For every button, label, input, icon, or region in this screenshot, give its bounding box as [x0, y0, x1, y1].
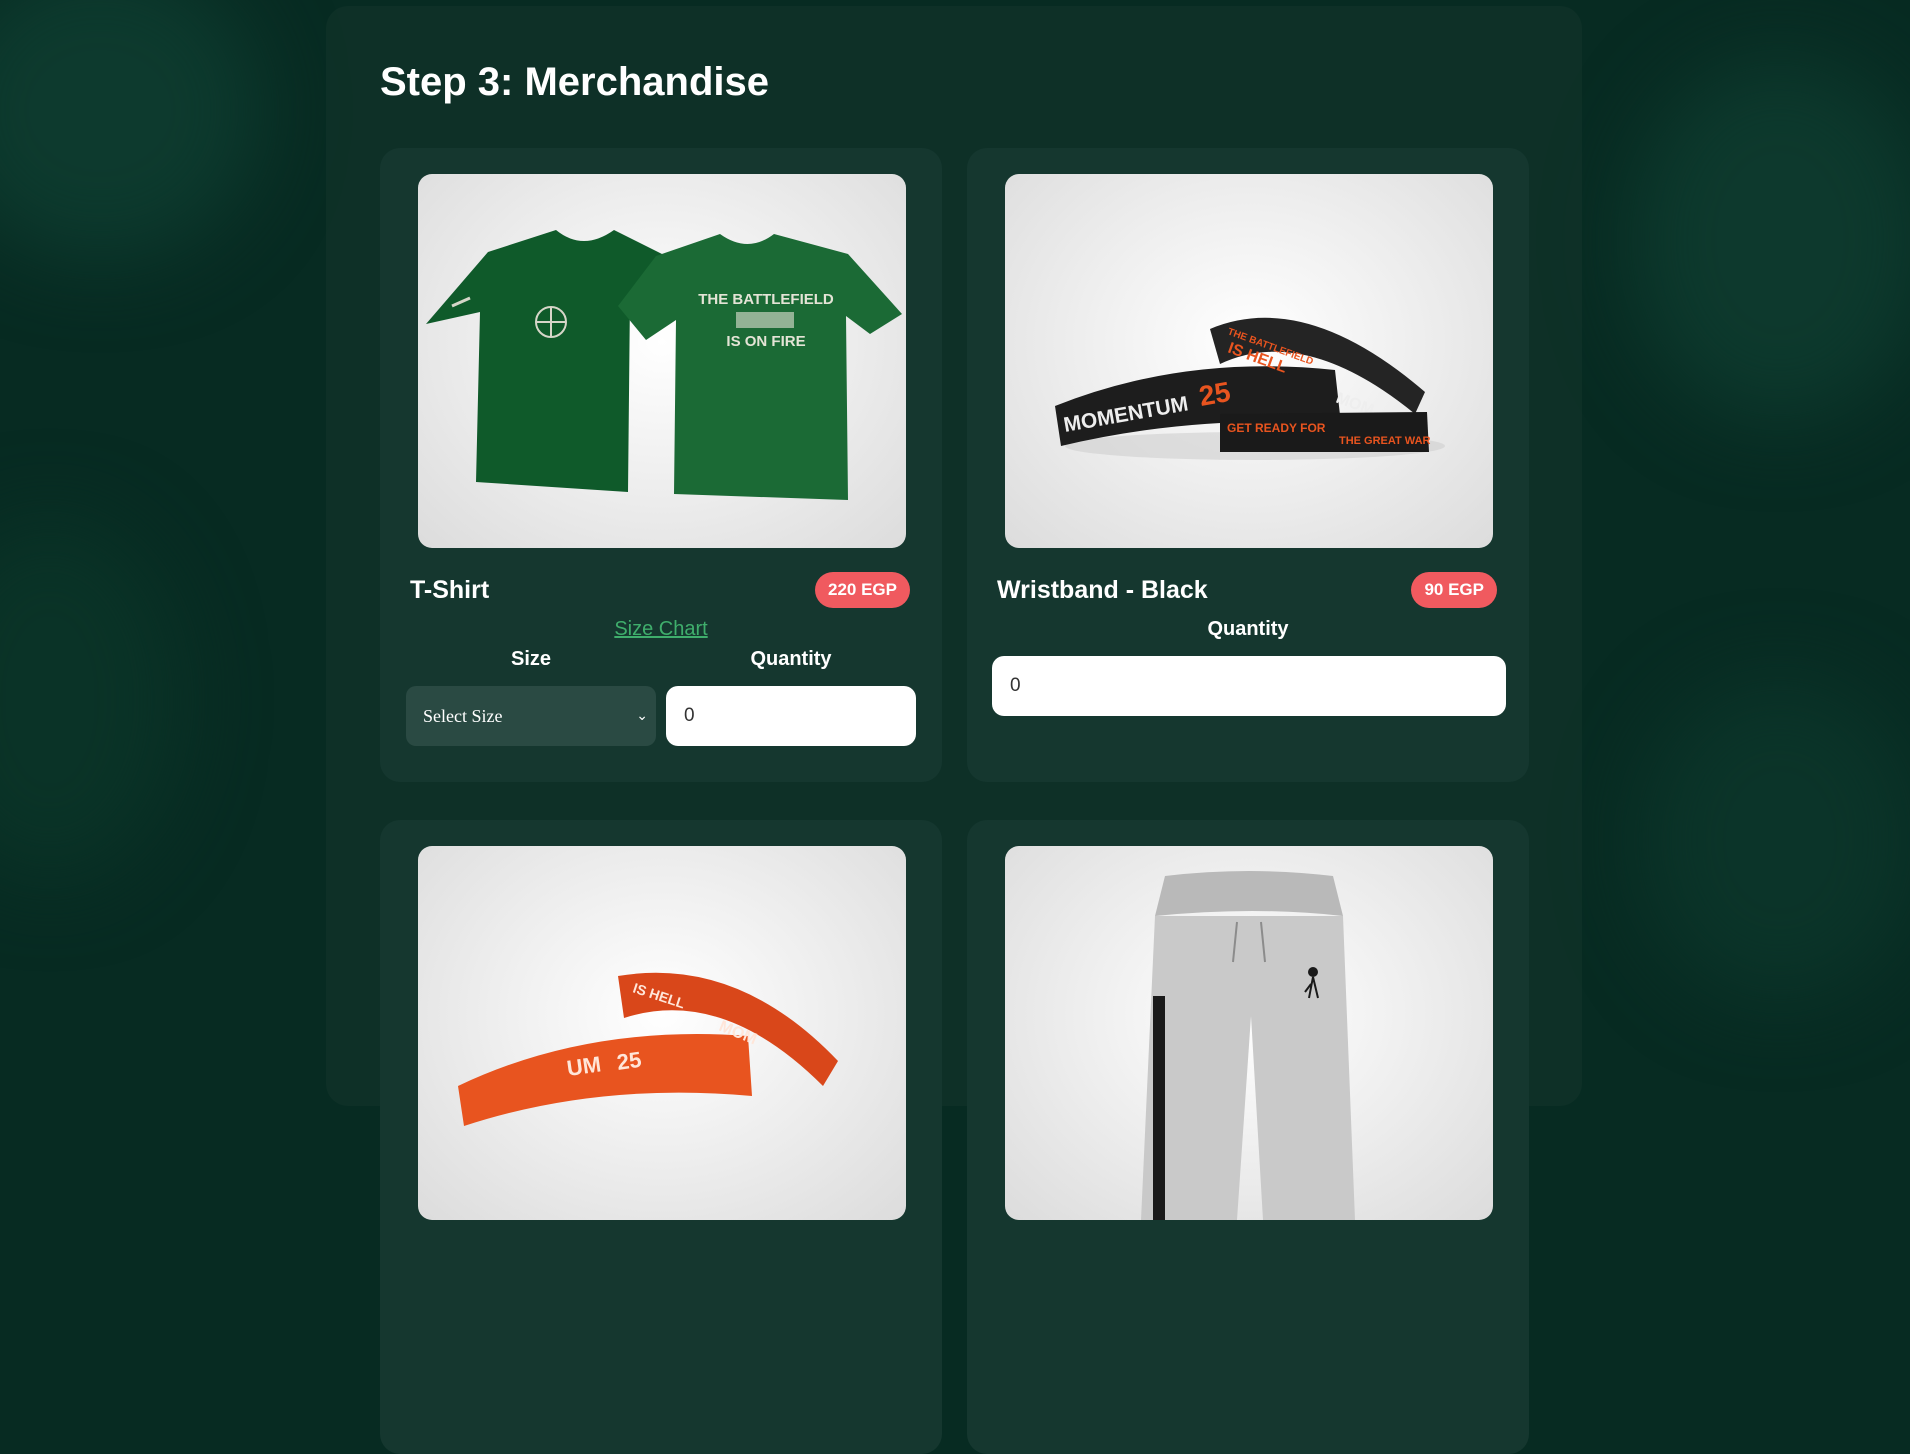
- sweatpants-image: [1005, 846, 1493, 1220]
- tshirt-image: THE BATTLEFIELD IS ON FIRE: [418, 174, 906, 548]
- tshirt-print-line1: THE BATTLEFIELD: [698, 291, 834, 308]
- size-select[interactable]: Select Size ⌄: [406, 686, 656, 746]
- quantity-input[interactable]: 0: [992, 656, 1506, 716]
- product-card-tshirt: THE BATTLEFIELD IS ON FIRE T-Shirt 220 E…: [380, 148, 942, 782]
- wristband-text-getready: GET READY FOR: [1227, 421, 1326, 435]
- chevron-down-icon: ⌄: [636, 708, 648, 724]
- product-name: Wristband - Black: [997, 576, 1208, 604]
- quantity-input[interactable]: 0: [666, 686, 916, 746]
- size-chart-link[interactable]: Size Chart: [380, 618, 942, 641]
- quantity-label: Quantity: [1207, 618, 1289, 640]
- product-card-wristband-black: MOMENTUM 25 THE BATTLEFIELD IS HELL MOM …: [967, 148, 1529, 782]
- size-label: Size: [510, 648, 552, 670]
- product-card-sweatpants: [967, 820, 1529, 1454]
- orange-band-text-um: UM: [565, 1051, 602, 1081]
- wristband-orange-image: UM 25 IS HELL MOM: [418, 846, 906, 1220]
- product-card-wristband-orange: UM 25 IS HELL MOM: [380, 820, 942, 1454]
- wristband-text-25: 25: [1197, 376, 1233, 412]
- page-title: Step 3: Merchandise: [380, 60, 770, 104]
- wristband-text-greatwar: THE GREAT WAR: [1339, 435, 1431, 447]
- quantity-label: Quantity: [750, 648, 832, 670]
- orange-band-text-25: 25: [615, 1047, 643, 1075]
- size-select-value: Select Size: [423, 706, 503, 726]
- price-badge: 90 EGP: [1411, 572, 1497, 608]
- product-name: T-Shirt: [410, 576, 490, 604]
- wristband-black-image: MOMENTUM 25 THE BATTLEFIELD IS HELL MOM …: [1005, 174, 1493, 548]
- tshirt-print-line2: IS ON FIRE: [726, 333, 805, 350]
- price-badge: 220 EGP: [815, 572, 910, 608]
